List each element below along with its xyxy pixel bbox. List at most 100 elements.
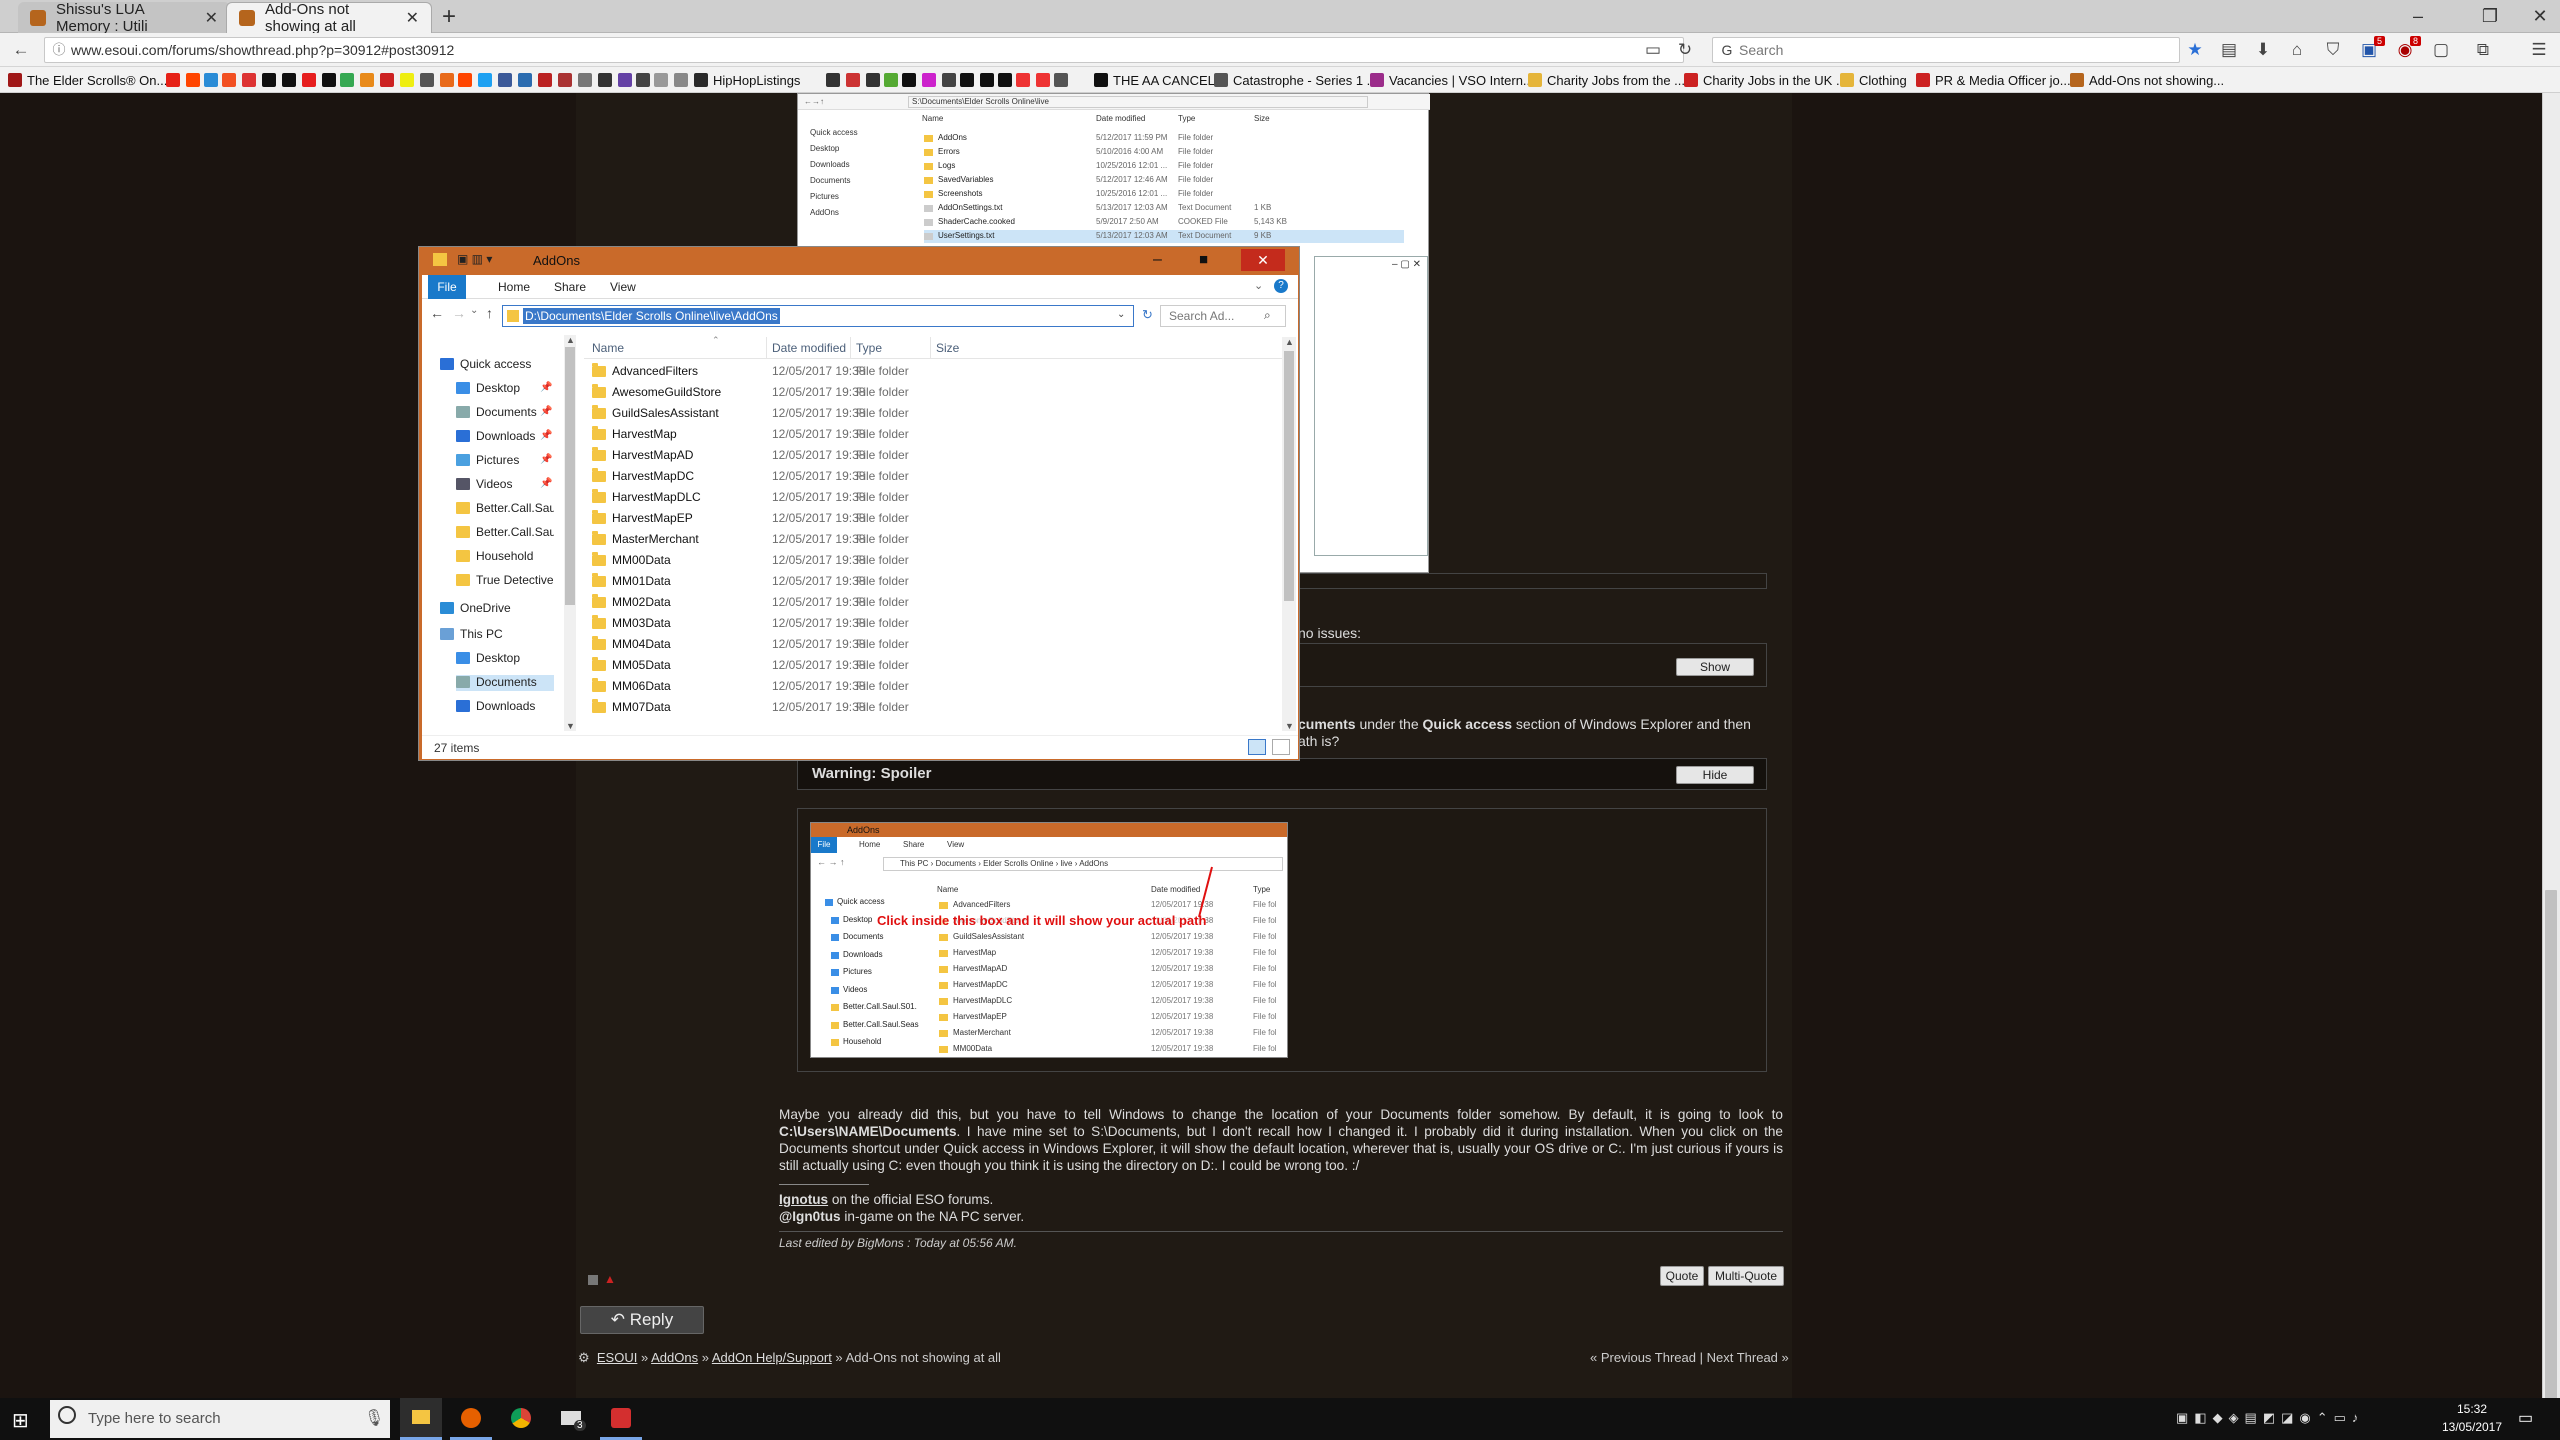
large-icons-view-icon[interactable] <box>1272 739 1290 755</box>
reply-button[interactable]: ↶ Reply <box>580 1306 704 1334</box>
search-input[interactable]: Search <box>1712 37 2180 63</box>
file-row[interactable]: GuildSalesAssistant 12/05/2017 19:38 File … <box>584 403 1274 423</box>
quick-access-toolbar-icon[interactable]: ▣ ▥ ▾ <box>457 252 492 266</box>
nav-item[interactable]: Household <box>456 549 554 565</box>
bookmark-icon[interactable] <box>360 73 374 87</box>
nav-item[interactable]: Downloads <box>456 699 554 715</box>
hide-spoiler-button[interactable]: Hide <box>1676 766 1754 784</box>
multi-quote-button[interactable]: Multi-Quote <box>1708 1266 1784 1286</box>
quote-button[interactable]: Quote <box>1660 1266 1704 1286</box>
close-window-icon[interactable]: ✕ <box>2520 2 2560 30</box>
bookmark-icon[interactable] <box>558 73 572 87</box>
help-icon[interactable]: ? <box>1274 279 1288 293</box>
nav-item[interactable]: Pictures 📌 <box>456 453 554 469</box>
ribbon-tab-share[interactable]: Share <box>554 280 586 294</box>
file-row[interactable]: MM01Data 12/05/2017 19:38 File folder <box>584 571 1274 591</box>
reload-icon[interactable]: ↻ <box>1672 38 1698 62</box>
next-thread-link[interactable]: Next Thread <box>1707 1350 1778 1365</box>
nav-scrollbar[interactable]: ▲ ▼ <box>564 335 576 731</box>
reddit-icon[interactable] <box>186 73 200 87</box>
column-name[interactable]: Name <box>592 341 624 355</box>
clock-date[interactable]: 13/05/2017 <box>2436 1420 2508 1434</box>
bookmark-icon[interactable] <box>636 73 650 87</box>
file-row[interactable]: HarvestMapDC 12/05/2017 19:38 File folder <box>584 466 1274 486</box>
bookmark-addons-not-showing[interactable]: Add-Ons not showing... <box>2070 71 2224 89</box>
file-row[interactable]: AwesomeGuildStore 12/05/2017 19:38 File fo… <box>584 382 1274 402</box>
address-text[interactable]: D:\Documents\Elder Scrolls Online\live\A… <box>523 308 780 324</box>
nav-item[interactable]: True Detective S <box>456 573 554 589</box>
menu-icon[interactable]: ☰ <box>2526 38 2552 62</box>
nav-item[interactable]: This PC <box>440 627 554 643</box>
system-tray-icons[interactable]: ▣◧◆◈▤◩◪◉⌃▭♪ <box>2176 1410 2364 1426</box>
bookmark-icon[interactable] <box>1016 73 1030 87</box>
microphone-icon[interactable]: 🎙 <box>364 1408 384 1428</box>
bookmark-icon[interactable] <box>322 73 336 87</box>
windows-start-icon[interactable]: ⊞ <box>12 1408 29 1433</box>
minimize-icon[interactable]: – <box>1153 251 1162 269</box>
twitter-icon[interactable] <box>478 73 492 87</box>
forward-icon[interactable]: → <box>452 305 466 321</box>
url-input[interactable]: www.esoui.com/forums/showthread.php?p=30… <box>44 37 1684 63</box>
nav-item[interactable]: OneDrive <box>440 601 554 617</box>
reddit-icon[interactable] <box>458 73 472 87</box>
bookmark-icon[interactable] <box>204 73 218 87</box>
file-row[interactable]: MM03Data 12/05/2017 19:38 File folder <box>584 613 1274 633</box>
pocket-icon[interactable]: ⛉ <box>2320 38 2346 62</box>
chevron-down-icon[interactable]: ⌄ <box>1117 309 1125 320</box>
nav-item[interactable]: Downloads 📌 <box>456 429 554 445</box>
bookmark-aa-cancel[interactable]: THE AA CANCEL <box>1094 71 1215 89</box>
file-row[interactable]: MM06Data 12/05/2017 19:38 File folder <box>584 676 1274 696</box>
bookmark-icon[interactable] <box>998 73 1012 87</box>
bookmark-icon[interactable] <box>674 73 688 87</box>
column-date[interactable]: Date modified <box>772 341 846 355</box>
nav-item[interactable]: Quick access <box>440 357 554 373</box>
nav-item[interactable]: Documents 📌 <box>456 405 554 421</box>
info-icon[interactable]: ⓘ <box>46 38 72 62</box>
tab-list-icon[interactable]: ▢ <box>2428 38 2454 62</box>
container-icon[interactable]: ⧉ <box>2470 38 2496 62</box>
bookmark-icon[interactable] <box>866 73 880 87</box>
bookmark-catastrophe[interactable]: Catastrophe - Series 1 ... <box>1214 71 1378 89</box>
file-row[interactable]: HarvestMapDLC 12/05/2017 19:38 File folder <box>584 487 1274 507</box>
bookmark-charity-jobs[interactable]: Charity Jobs from the ... <box>1528 71 1685 89</box>
clipboard-icon[interactable]: ▤ <box>2216 38 2242 62</box>
bookmark-icon[interactable] <box>1054 73 1068 87</box>
nav-item[interactable]: Videos 📌 <box>456 477 554 493</box>
notifications-icon[interactable]: ▭ <box>2518 1408 2533 1428</box>
file-row[interactable]: MM07Data 12/05/2017 19:38 File folder <box>584 697 1274 717</box>
chevron-down-icon[interactable]: ⌄ <box>1254 279 1263 292</box>
firefox-taskbar-icon[interactable] <box>450 1398 492 1440</box>
pin-icon[interactable]: 📌 <box>540 406 552 417</box>
show-spoiler-button[interactable]: Show <box>1676 658 1754 676</box>
breadcrumb-help[interactable]: AddOn Help/Support <box>712 1350 832 1365</box>
bookmark-icon[interactable] <box>340 73 354 87</box>
close-icon[interactable]: ✕ <box>1241 249 1285 271</box>
close-icon[interactable]: ✕ <box>406 8 419 28</box>
new-tab-icon[interactable]: + <box>442 3 456 31</box>
bookmark-vso[interactable]: Vacancies | VSO Intern... <box>1370 71 1534 89</box>
microsoft-icon[interactable] <box>222 73 236 87</box>
bookmark-icon[interactable] <box>922 73 936 87</box>
bookmark-icon[interactable] <box>380 73 394 87</box>
file-row[interactable]: HarvestMapEP 12/05/2017 19:38 File folder <box>584 508 1274 528</box>
bookmark-icon[interactable] <box>826 73 840 87</box>
bookmark-icon[interactable] <box>960 73 974 87</box>
minimize-icon[interactable]: – <box>2398 2 2438 30</box>
file-row[interactable]: MasterMerchant 12/05/2017 19:38 File folde… <box>584 529 1274 549</box>
taskbar-search-input[interactable]: Type here to search <box>50 1400 390 1438</box>
refresh-icon[interactable]: ↻ <box>1142 307 1153 323</box>
file-row[interactable]: AdvancedFilters 12/05/2017 19:38 File fold… <box>584 361 1274 381</box>
back-icon[interactable]: ← <box>430 305 444 321</box>
bookmark-icon[interactable] <box>302 73 316 87</box>
breadcrumb-addons[interactable]: AddOns <box>651 1350 698 1365</box>
bookmark-clothing[interactable]: Clothing <box>1840 71 1907 89</box>
file-row[interactable]: HarvestMapAD 12/05/2017 19:38 File folder <box>584 445 1274 465</box>
tab-addons-thread[interactable]: Add-Ons not showing at all ✕ <box>226 1 432 35</box>
breadcrumb-esoui[interactable]: ESOUI <box>597 1350 637 1365</box>
nav-item[interactable]: Better.Call.Saul.S <box>456 525 554 541</box>
cortana-icon[interactable] <box>58 1406 76 1424</box>
amazon-icon[interactable] <box>902 73 916 87</box>
nav-item[interactable]: Desktop 📌 <box>456 381 554 397</box>
details-view-icon[interactable] <box>1248 739 1266 755</box>
reader-view-icon[interactable]: ▭ <box>1640 38 1666 62</box>
